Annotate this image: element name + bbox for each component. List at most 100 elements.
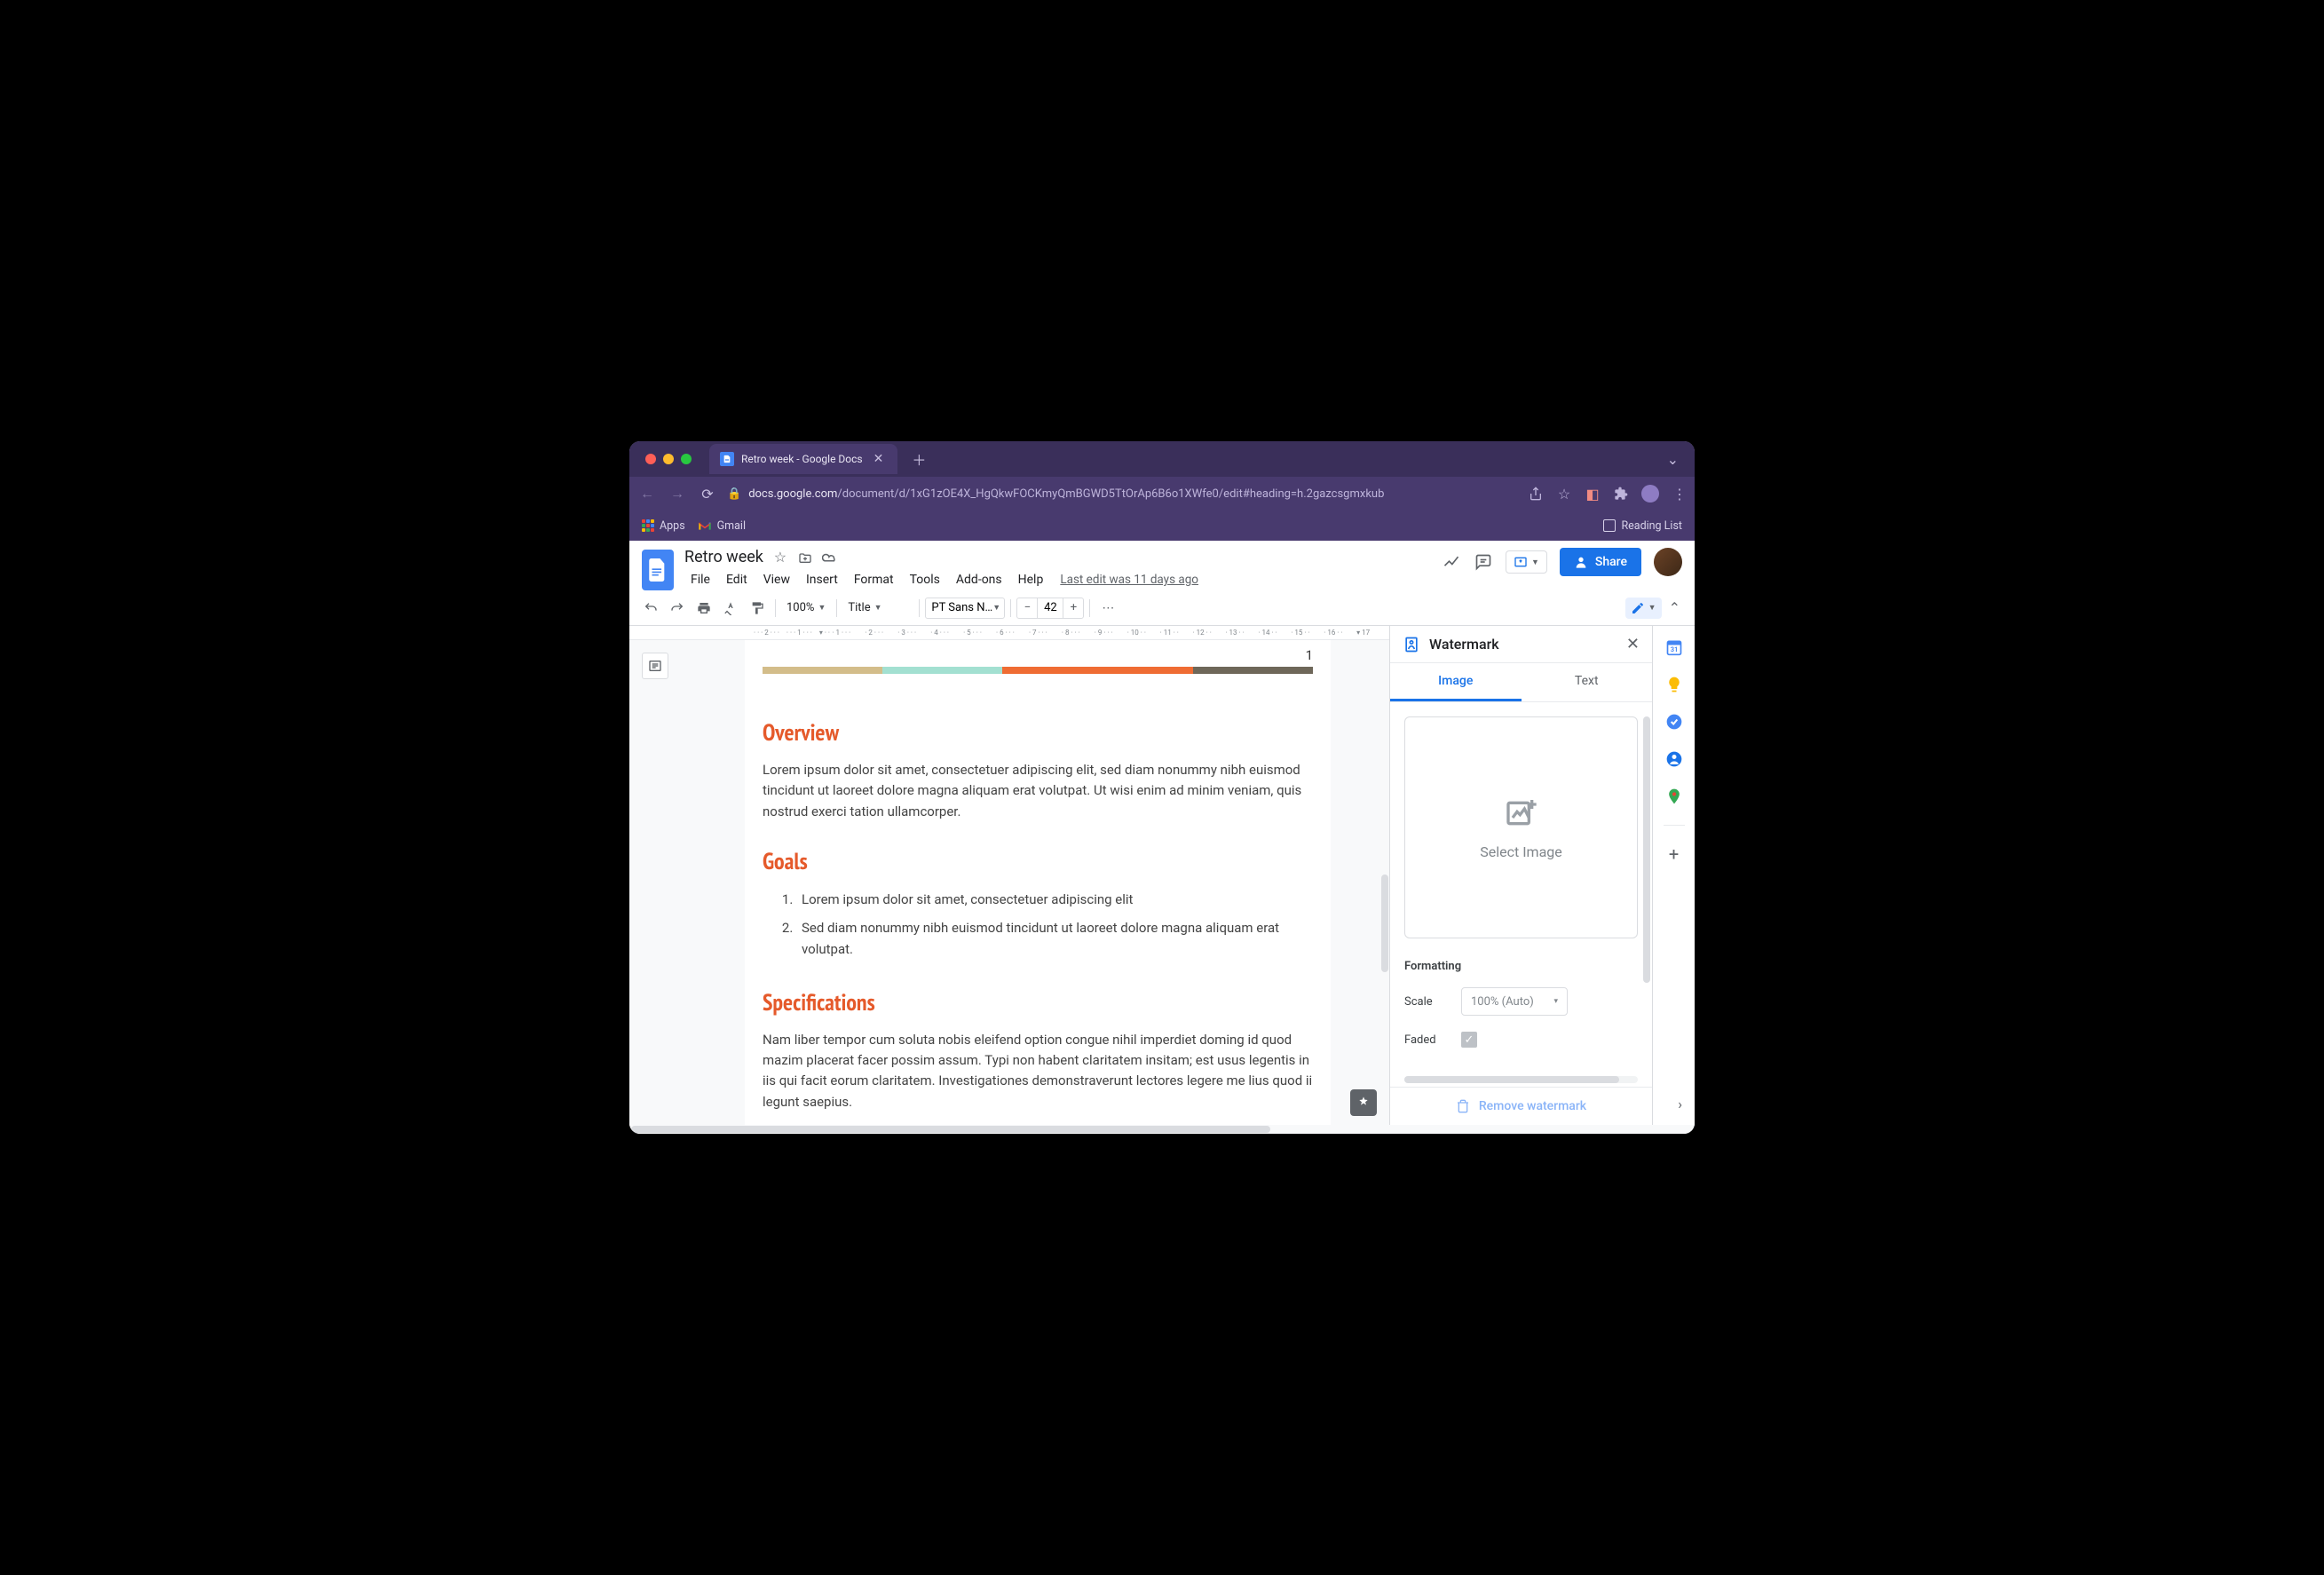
redo-button[interactable] [665,596,690,621]
editing-mode-button[interactable]: ▼ [1625,598,1662,619]
paragraph-overview[interactable]: Lorem ipsum dolor sit amet, consectetuer… [763,760,1313,822]
menu-format[interactable]: Format [848,570,900,590]
present-button[interactable]: ▼ [1506,550,1547,574]
address-bar-actions: ☆ ◧ ⋮ [1528,485,1688,503]
reading-list-button[interactable]: Reading List [1603,519,1682,533]
profile-avatar-mini[interactable] [1641,485,1659,503]
move-icon[interactable] [797,550,813,566]
paragraph-specifications[interactable]: Nam liber tempor cum soluta nobis eleife… [763,1030,1313,1112]
document-title[interactable]: Retro week [684,548,763,566]
tab-close-icon[interactable]: ✕ [870,452,888,466]
maps-icon[interactable] [1665,788,1683,805]
horizontal-ruler[interactable]: · · · 2 · · ·· · · 1 · · ·▾ · ·· 1 · · ·… [629,626,1389,640]
browser-menu-icon[interactable]: ⋮ [1672,486,1688,502]
tabstrip-menu-icon[interactable]: ⌄ [1658,451,1688,468]
extension-icon-1[interactable]: ◧ [1585,486,1601,502]
heading-goals[interactable]: Goals [763,847,1313,876]
font-size-decrease[interactable]: − [1017,598,1037,618]
heading-specifications[interactable]: Specifications [763,988,1313,1017]
more-tools-button[interactable]: ⋯ [1095,596,1120,621]
lock-icon: 🔒 [727,487,741,501]
select-image-dropzone[interactable]: Select Image [1404,716,1638,938]
font-select[interactable]: PT Sans N…▼ [925,598,1005,619]
document-outline-button[interactable] [642,653,668,679]
panel-footer: Remove watermark [1390,1087,1652,1125]
bookmark-star-icon[interactable]: ☆ [1556,486,1572,502]
spellcheck-button[interactable] [718,596,743,621]
menu-help[interactable]: Help [1012,570,1050,590]
add-image-icon [1504,795,1539,831]
keep-icon[interactable] [1665,676,1683,693]
undo-button[interactable] [638,596,663,621]
zoom-select[interactable]: 100%▼ [781,601,831,614]
font-size-increase[interactable]: + [1063,598,1083,618]
menu-edit[interactable]: Edit [720,570,754,590]
document-scroll-area[interactable]: 1 Overview Lorem ipsum dolor sit amet, c… [629,640,1389,1125]
explore-button[interactable] [1350,1089,1377,1116]
hide-side-panel-icon[interactable]: › [1678,1096,1682,1112]
share-button[interactable]: Share [1560,548,1641,576]
panel-horizontal-scrollbar[interactable] [1404,1076,1638,1083]
maximize-window-button[interactable] [681,454,692,464]
contacts-icon[interactable] [1665,750,1683,768]
account-avatar[interactable] [1654,548,1682,576]
bookmark-apps[interactable]: Apps [642,519,685,533]
add-addon-icon[interactable]: + [1665,845,1683,863]
last-edit-link[interactable]: Last edit was 11 days ago [1060,573,1198,587]
back-button[interactable]: ← [636,485,658,503]
star-icon[interactable]: ☆ [772,550,788,566]
new-tab-button[interactable]: ＋ [912,448,926,470]
heading-overview[interactable]: Overview [763,718,1313,748]
close-window-button[interactable] [645,454,656,464]
document-canvas: · · · 2 · · ·· · · 1 · · ·▾ · ·· 1 · · ·… [629,626,1389,1125]
minimize-window-button[interactable] [663,454,674,464]
panel-close-button[interactable]: ✕ [1626,635,1640,653]
menu-view[interactable]: View [757,570,796,590]
menu-tools[interactable]: Tools [904,570,946,590]
vertical-scrollbar[interactable] [1380,644,1389,943]
scale-row: Scale 100% (Auto) ▾ [1404,987,1638,1016]
panel-header: Watermark ✕ [1390,626,1652,663]
bookmarks-bar: Apps Gmail Reading List [629,510,1695,541]
paint-format-button[interactable] [745,596,770,621]
goals-list[interactable]: Lorem ipsum dolor sit amet, consectetuer… [763,889,1313,960]
titlebar: Retro week - Google Docs ✕ ＋ ⌄ [629,441,1695,477]
calendar-icon[interactable]: 31 [1665,638,1683,656]
horizontal-scrollbar[interactable] [629,1125,1695,1134]
bookmark-gmail[interactable]: Gmail [698,519,746,533]
watermark-icon [1403,636,1420,653]
scale-select[interactable]: 100% (Auto) ▾ [1461,987,1568,1016]
cloud-status-icon[interactable] [822,550,838,566]
list-item[interactable]: Sed diam nonummy nibh euismod tincidunt … [796,917,1313,960]
person-icon [1574,555,1588,569]
comments-icon[interactable] [1474,552,1493,572]
font-size-input[interactable] [1037,598,1063,618]
collapse-toolbar-button[interactable]: ⌃ [1664,599,1686,616]
style-select[interactable]: Title▼ [842,601,913,614]
select-image-label: Select Image [1480,843,1562,860]
document-page[interactable]: 1 Overview Lorem ipsum dolor sit amet, c… [745,640,1331,1125]
share-page-icon[interactable] [1528,486,1544,502]
browser-tab[interactable]: Retro week - Google Docs ✕ [709,444,897,474]
remove-watermark-button[interactable]: Remove watermark [1456,1098,1586,1114]
menu-file[interactable]: File [684,570,716,590]
tab-text[interactable]: Text [1522,663,1653,701]
list-item[interactable]: Lorem ipsum dolor sit amet, consectetuer… [796,889,1313,910]
docs-logo-icon[interactable] [642,550,674,590]
tab-image[interactable]: Image [1390,663,1522,701]
tasks-icon[interactable] [1665,713,1683,731]
faded-checkbox[interactable]: ✓ [1461,1032,1477,1048]
panel-tabs: Image Text [1390,663,1652,702]
address-bar[interactable]: 🔒 docs.google.com/document/d/1xG1zOE4X_H… [727,487,1519,501]
panel-scrollbar[interactable] [1643,716,1650,983]
faded-row: Faded ✓ [1404,1032,1638,1048]
print-button[interactable] [692,596,716,621]
menu-insert[interactable]: Insert [800,570,844,590]
docs-app: Retro week ☆ File Edit View Insert Forma… [629,541,1695,1134]
reload-button[interactable]: ⟳ [697,486,718,503]
activity-icon[interactable] [1442,552,1461,572]
forward-button[interactable]: → [667,485,688,503]
menu-addons[interactable]: Add-ons [950,570,1008,590]
extensions-icon[interactable] [1613,486,1629,502]
formatting-label: Formatting [1404,960,1638,973]
